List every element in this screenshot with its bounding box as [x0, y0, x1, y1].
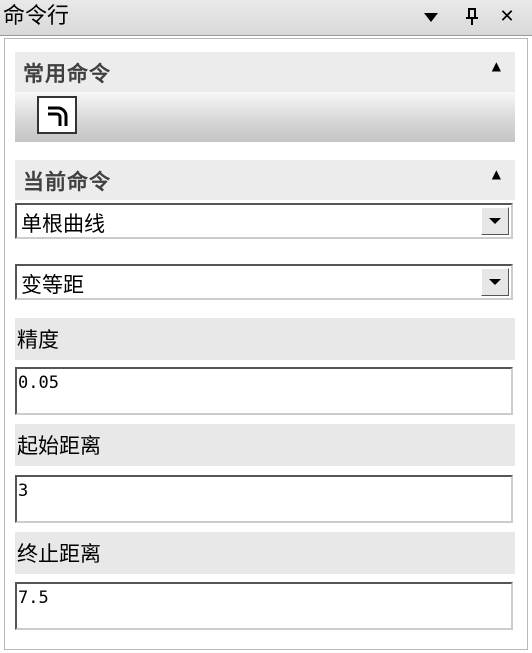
precision-label-row: 精度: [15, 318, 515, 360]
precision-label: 精度: [17, 328, 59, 352]
close-icon[interactable]: ✕: [494, 4, 520, 30]
end-distance-label-row: 终止距离: [15, 532, 515, 574]
end-distance-field[interactable]: [15, 582, 513, 630]
collapse-up-icon[interactable]: ▲: [492, 167, 501, 181]
end-distance-input[interactable]: [18, 586, 498, 610]
curve-command-icon[interactable]: [37, 96, 77, 134]
command-line-panel: 命令行 ✕ 常用命令 ▲ 当前命令 ▲ 单根曲线 变等距 精度 0.05 起始距…: [0, 0, 532, 653]
section-common-commands[interactable]: 常用命令 ▲: [15, 52, 515, 92]
curve-mode-value: 单根曲线: [21, 212, 105, 236]
start-distance-label-row: 起始距离: [15, 424, 515, 466]
collapse-up-icon[interactable]: ▲: [492, 59, 501, 73]
precision-field[interactable]: [15, 367, 513, 415]
chevron-down-icon[interactable]: [481, 207, 509, 235]
distance-type-value: 变等距: [21, 273, 84, 297]
precision-input[interactable]: [18, 371, 498, 395]
start-distance-input[interactable]: [18, 479, 498, 503]
pin-icon[interactable]: [459, 4, 485, 30]
section-title-common: 常用命令: [23, 62, 111, 86]
end-distance-label: 终止距离: [17, 542, 101, 566]
panel-title: 命令行: [3, 4, 70, 29]
section-current-command[interactable]: 当前命令 ▲: [15, 160, 515, 200]
common-commands-toolbar: [15, 92, 515, 142]
curve-mode-select[interactable]: 单根曲线: [15, 203, 513, 239]
start-distance-field[interactable]: [15, 475, 513, 523]
start-distance-label: 起始距离: [17, 434, 101, 458]
window-position-menu-icon[interactable]: [418, 4, 444, 30]
distance-type-select[interactable]: 变等距: [15, 264, 513, 300]
section-title-current: 当前命令: [23, 170, 111, 194]
chevron-down-icon[interactable]: [481, 268, 509, 296]
panel-titlebar[interactable]: 命令行 ✕: [0, 0, 532, 36]
